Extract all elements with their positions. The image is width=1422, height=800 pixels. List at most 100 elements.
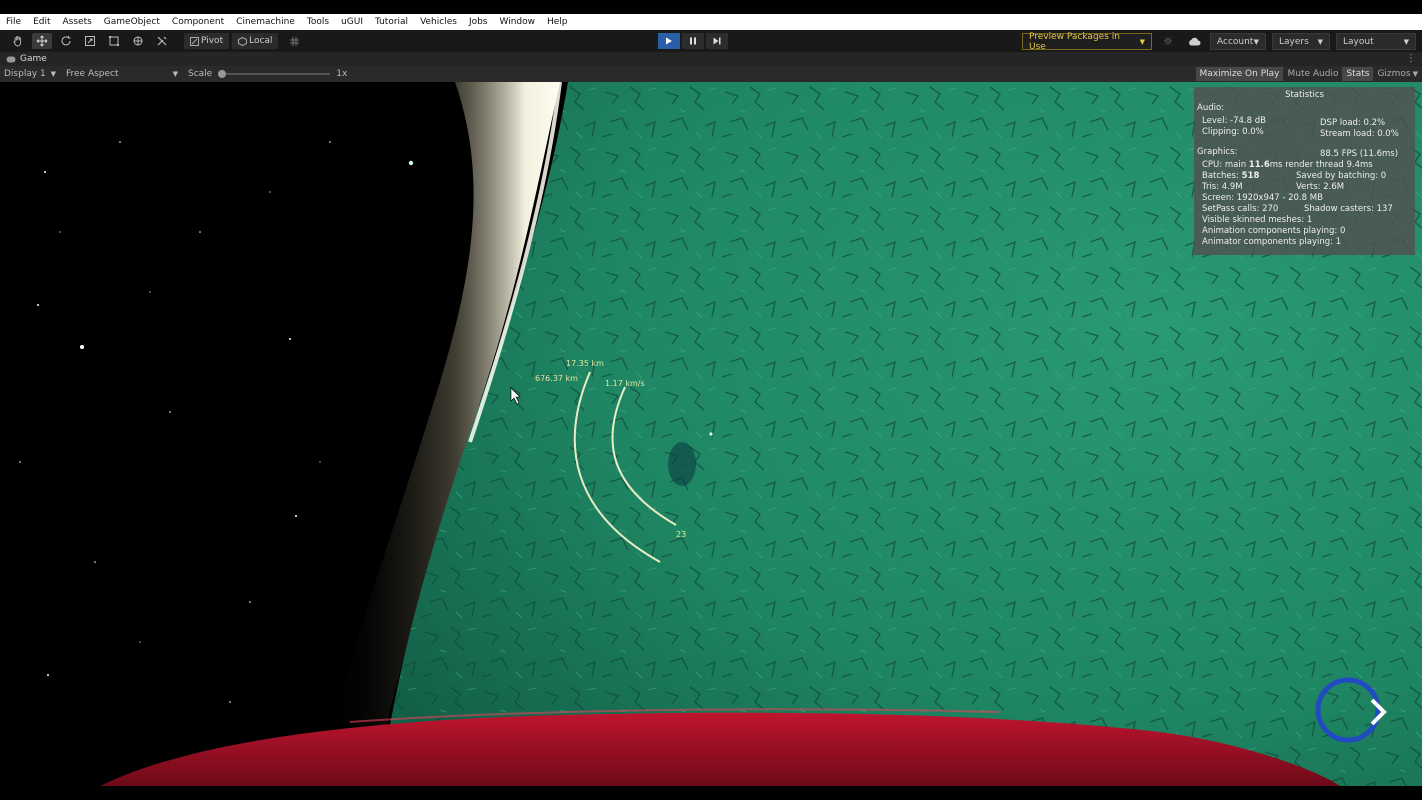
layers-dropdown[interactable]: Layers ▼	[1272, 33, 1330, 50]
collab-button[interactable]: ☼	[1158, 34, 1178, 49]
pause-button[interactable]	[682, 33, 704, 49]
stats-cpu-suffix: ms render thread 9.4ms	[1269, 160, 1373, 170]
menu-assets[interactable]: Assets	[57, 14, 98, 30]
custom-tool-button[interactable]	[152, 33, 172, 49]
scale-slider[interactable]	[218, 66, 331, 82]
layout-label: Layout	[1343, 36, 1374, 47]
stats-setpass: SetPass calls: 270	[1202, 204, 1279, 214]
toolbar-right: Preview Packages in Use ▼ ☼ Account ▼ La…	[1022, 31, 1416, 52]
hand-tool-button[interactable]	[8, 33, 28, 49]
local-toggle[interactable]: Local	[232, 33, 279, 49]
stats-animation: Animation components playing: 0	[1202, 226, 1346, 236]
menu-help[interactable]: Help	[541, 14, 574, 30]
scale-label: Scale	[188, 69, 213, 79]
chevron-down-icon: ▼	[1403, 37, 1409, 46]
stats-graphics-header: Graphics:	[1197, 147, 1238, 157]
rect-tool-button[interactable]	[104, 33, 124, 49]
stats-fps: 88.5 FPS (11.6ms)	[1320, 149, 1399, 159]
rotate-tool-button[interactable]	[56, 33, 76, 49]
menu-ugui[interactable]: uGUI	[335, 14, 369, 30]
stats-title: Statistics	[1285, 90, 1324, 100]
menu-file[interactable]: File	[0, 14, 27, 30]
account-label: Account	[1217, 36, 1254, 47]
stats-skinned: Visible skinned meshes: 1	[1202, 215, 1313, 225]
stats-button[interactable]: Stats	[1342, 67, 1374, 81]
hand-icon	[13, 36, 22, 47]
sun-icon: ☼	[1163, 35, 1173, 48]
preview-packages-label: Preview Packages in Use	[1029, 31, 1120, 52]
transform-tools	[6, 32, 174, 50]
stats-level: Level: -74.8 dB	[1202, 116, 1266, 126]
game-view-options: Maximize On Play Mute Audio Stats Gizmos…	[1195, 66, 1420, 82]
scale-value: 1x	[336, 69, 348, 79]
grid-icon	[289, 36, 299, 46]
stats-batches-value: 518	[1241, 171, 1260, 181]
stats-animator: Animator components playing: 1	[1202, 237, 1342, 247]
menu-gameobject[interactable]: GameObject	[98, 14, 166, 30]
grid-snap-button[interactable]	[284, 33, 304, 49]
target-marker	[709, 432, 713, 436]
stats-shadow: Shadow casters: 137	[1304, 204, 1393, 214]
aspect-label: Free Aspect	[66, 69, 119, 79]
cloud-button[interactable]	[1184, 34, 1204, 49]
move-tool-button[interactable]	[32, 33, 52, 49]
play-icon	[666, 37, 672, 45]
menu-cinemachine[interactable]: Cinemachine	[230, 14, 301, 30]
play-controls	[658, 33, 730, 49]
scale-tool-button[interactable]	[80, 33, 100, 49]
wrench-icon	[157, 36, 167, 46]
step-button[interactable]	[706, 33, 728, 49]
layers-label: Layers	[1279, 36, 1309, 47]
maximize-on-play-button[interactable]: Maximize On Play	[1195, 67, 1284, 81]
pause-icon	[690, 37, 696, 45]
menu-edit[interactable]: Edit	[27, 14, 56, 30]
chevron-down-icon[interactable]: ▼	[1413, 70, 1418, 78]
stats-cpu: CPU: main 11.6ms render thread 9.4ms	[1202, 160, 1373, 170]
stats-tris: Tris: 4.9M	[1202, 182, 1243, 192]
preview-packages-dropdown[interactable]: Preview Packages in Use ▼	[1022, 31, 1152, 52]
layout-dropdown[interactable]: Layout ▼	[1336, 33, 1416, 50]
stats-batches-prefix: Batches:	[1202, 171, 1242, 181]
cloud-icon	[1188, 37, 1200, 46]
scale-icon	[85, 36, 95, 46]
stats-audio-header: Audio:	[1197, 103, 1225, 113]
tab-game[interactable]: Game	[0, 52, 53, 66]
display-label: Display 1	[4, 69, 46, 79]
chevron-down-icon: ▼	[50, 70, 56, 78]
stats-cpu-prefix: CPU: main	[1202, 160, 1249, 170]
menu-vehicles[interactable]: Vehicles	[414, 14, 463, 30]
more-options-icon[interactable]: ⋮	[1406, 53, 1416, 64]
menu-component[interactable]: Component	[166, 14, 230, 30]
chevron-down-icon: ▼	[1139, 37, 1145, 46]
hud-speed: 1.17 km/s	[605, 379, 645, 388]
chevron-down-icon: ▼	[1317, 37, 1323, 46]
account-dropdown[interactable]: Account ▼	[1210, 33, 1266, 50]
mute-audio-button[interactable]: Mute Audio	[1283, 67, 1342, 81]
pivot-toggle[interactable]: Pivot	[184, 33, 230, 49]
menu-jobs[interactable]: Jobs	[463, 14, 494, 30]
tab-bar: Game ⋮	[0, 52, 1422, 66]
tab-game-label: Game	[20, 54, 47, 64]
slider-handle[interactable]	[218, 70, 227, 78]
gamepad-icon	[6, 56, 16, 62]
gizmos-button[interactable]: Gizmos	[1373, 67, 1412, 81]
menu-tools[interactable]: Tools	[301, 14, 335, 30]
display-dropdown[interactable]: Display 1 ▼	[0, 66, 60, 82]
pivot-label: Pivot	[201, 36, 224, 46]
menu-window[interactable]: Window	[494, 14, 542, 30]
hud-distance: 676.37 km	[535, 374, 578, 383]
stats-cpu-main: 11.6	[1248, 160, 1270, 170]
stats-batches: Batches: 518	[1202, 171, 1259, 181]
stats-stream: Stream load: 0.0%	[1320, 129, 1399, 139]
crater-shadow	[668, 442, 696, 486]
aspect-dropdown[interactable]: Free Aspect ▼	[62, 66, 182, 82]
move-icon	[36, 35, 48, 47]
menu-tutorial[interactable]: Tutorial	[369, 14, 414, 30]
pivot-icon	[190, 36, 199, 46]
menu-bar: File Edit Assets GameObject Component Ci…	[0, 14, 1422, 30]
stats-screen: Screen: 1920x947 - 20.8 MB	[1202, 193, 1323, 203]
statistics-panel: Statistics Audio: Level: -74.8 dB DSP lo…	[1194, 87, 1415, 255]
hud-altitude: 17.35 km	[566, 359, 604, 368]
play-button[interactable]	[658, 33, 680, 49]
transform-tool-button[interactable]	[128, 33, 148, 49]
